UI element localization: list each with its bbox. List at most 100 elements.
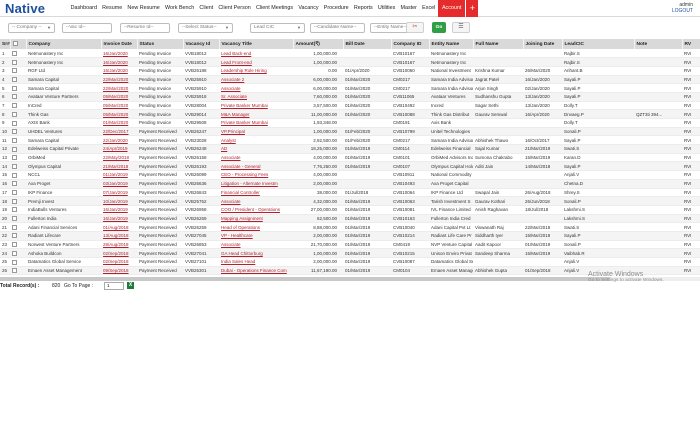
row-checkbox[interactable] — [12, 224, 17, 230]
row-checkbox[interactable] — [12, 172, 17, 178]
candidate-name-input[interactable]: --Candidate Name-- — [310, 23, 365, 33]
nav-item-dashboard[interactable]: Dashboard — [68, 0, 100, 17]
vacancy-id-link[interactable]: Head of Operations — [219, 222, 293, 232]
invoice-date-link[interactable]: 13/Aug/2018 — [101, 231, 137, 241]
vacancy-id-link[interactable]: Sr. Associate — [219, 92, 293, 102]
invoice-date-link[interactable]: 21/Mar/2018 — [101, 161, 137, 172]
row-checkbox[interactable] — [12, 129, 17, 135]
go-button[interactable]: Go — [432, 22, 446, 33]
row-checkbox[interactable] — [12, 198, 17, 204]
nav-item-master[interactable]: Master — [398, 0, 420, 17]
column-header[interactable]: Joining Date — [523, 39, 563, 49]
invoice-date-link[interactable]: 02/Sep/2018 — [101, 248, 137, 258]
table-row[interactable]: 5 Samara Capital 22/Mar/2020 Pending Invoic… — [0, 83, 700, 93]
menu-button[interactable]: ☰ — [452, 22, 470, 33]
vac-id-input[interactable]: --Vac Id-- — [62, 23, 112, 33]
invoice-date-link[interactable]: 22/Dec/2017 — [101, 127, 137, 137]
vacancy-id-link[interactable]: Associate - General — [219, 161, 293, 172]
tool-button[interactable]: ✂ — [406, 22, 424, 33]
vacancy-id-link[interactable]: Associate — [219, 240, 293, 250]
table-row[interactable]: 4 Samara Capital 22/Mar/2020 Pending Invoic… — [0, 75, 700, 85]
vacancy-id-link[interactable]: Litigation - Alternate Investm — [219, 179, 293, 189]
logout-link[interactable]: LOGOUT — [672, 8, 693, 14]
column-header[interactable]: Company ID — [391, 39, 430, 49]
invoice-date-link[interactable]: 15/Jan/2020 — [101, 66, 137, 76]
invoice-date-link[interactable]: 22/Mar/2020 — [101, 83, 137, 93]
row-checkbox[interactable] — [12, 242, 17, 248]
invoice-date-link[interactable]: 22/Jan/2020 — [101, 135, 137, 146]
vacancy-id-link[interactable]: Dubai - Operations Finance Com — [219, 266, 293, 276]
row-checkbox[interactable] — [12, 155, 17, 161]
vacancy-id-link[interactable]: Lead Front-end — [219, 57, 293, 67]
row-checkbox[interactable] — [12, 268, 17, 274]
column-header[interactable]: Note — [634, 39, 683, 49]
vacancy-id-link[interactable]: Associate — [219, 196, 293, 206]
row-checkbox[interactable] — [12, 190, 17, 195]
invoice-date-link[interactable]: 07/Jan/2019 — [101, 188, 137, 198]
company-select[interactable]: -- Company -- ▼ — [8, 23, 55, 33]
invoice-date-link[interactable]: 05/Mar/2020 — [101, 101, 137, 111]
row-checkbox[interactable] — [12, 250, 17, 256]
column-header[interactable]: Full Name — [473, 39, 524, 49]
column-header[interactable]: Status — [137, 39, 184, 49]
table-row[interactable]: 3 RGF Ltd 15/Jan/2020 Pending Invoice VVB261… — [0, 66, 700, 76]
vacancy-id-link[interactable]: GA Head Chittorburg — [219, 248, 293, 258]
nav-item-client-meetings[interactable]: Client Meetings — [253, 0, 295, 17]
invoice-date-link[interactable]: 16/Jan/2020 — [101, 57, 137, 67]
vacancy-id-link[interactable]: VP,Principal — [219, 127, 293, 137]
invoice-date-link[interactable]: 16/Jan/2020 — [101, 49, 137, 59]
vacancy-id-link[interactable]: India Sales Head — [219, 257, 293, 267]
nav-item-client[interactable]: Client — [197, 0, 216, 17]
invoice-date-link[interactable]: 22/May/2018 — [101, 153, 137, 163]
nav-item-vacancy[interactable]: Vacancy — [296, 0, 321, 17]
vacancy-id-link[interactable]: Leadership Role Hiring — [219, 66, 293, 76]
row-checkbox[interactable] — [12, 233, 17, 239]
table-row[interactable]: 16 Axa Proget 03/Jan/2019 Payment Received V… — [0, 179, 700, 189]
table-row[interactable]: 15 NCCL 01/Jan/2019 Payment Received VVB2609… — [0, 170, 700, 180]
vacancy-id-link[interactable]: COO / President - Operations — [219, 205, 293, 215]
vacancy-id-link[interactable]: Associate — [219, 83, 293, 93]
vacancy-id-link[interactable]: Private Banker Mumbai — [219, 101, 293, 111]
app-logo[interactable]: Native — [5, 1, 45, 16]
row-checkbox[interactable] — [12, 163, 17, 169]
invoice-date-link[interactable]: 01/Aug/2018 — [101, 222, 137, 232]
row-checkbox[interactable] — [12, 111, 17, 117]
page-select[interactable]: 1 — [104, 282, 124, 290]
invoice-date-link[interactable]: 09/Sep/2018 — [101, 266, 137, 276]
column-header[interactable]: LeadCIC — [562, 39, 635, 49]
vacancy-id-link[interactable]: Associate — [219, 153, 293, 163]
nav-item-utilities[interactable]: Utilities — [375, 0, 398, 17]
add-button[interactable]: + — [466, 0, 479, 17]
resume-id-input[interactable]: --Resume Id-- — [120, 23, 170, 33]
vacancy-id-link[interactable]: Financial Controller — [219, 188, 293, 198]
invoice-date-link[interactable]: 28/Aug/2018 — [101, 240, 137, 250]
lead-cic-select[interactable]: Lead CIC ▼ — [250, 23, 305, 33]
row-checkbox[interactable] — [12, 137, 17, 143]
excel-export-button[interactable]: X — [127, 282, 134, 289]
table-row[interactable]: 22 Radiant Lifecare 13/Aug/2018 Payment Rec… — [0, 231, 700, 241]
row-checkbox[interactable] — [12, 94, 17, 100]
table-row[interactable]: 19 IndiaBulls Ventures 16/Jan/2019 Payment … — [0, 205, 700, 215]
table-row[interactable]: 11 Samara Capital 22/Jan/2020 Payment Recei… — [0, 135, 700, 146]
status-select[interactable]: --Select Status-- ▼ — [178, 23, 233, 33]
invoice-date-link[interactable]: 16/Jan/2019 — [101, 205, 137, 215]
row-checkbox[interactable] — [12, 259, 17, 265]
table-row[interactable]: 8 Think Gas 05/Mar/2020 Pending Invoice VVB2… — [0, 109, 700, 119]
table-row[interactable]: 12 Edelweiss Capital Private 24/Apr/2019 Pa… — [0, 144, 700, 154]
row-checkbox[interactable] — [12, 103, 17, 109]
row-checkbox[interactable] — [12, 50, 17, 56]
vacancy-id-link[interactable]: Lead Back-end — [219, 49, 293, 59]
vacancy-id-link[interactable]: Mapping Assignment — [219, 214, 293, 224]
vacancy-id-link[interactable]: Analyst — [219, 135, 293, 146]
vacancy-id-link[interactable]: VP - Healthcare — [219, 231, 293, 241]
invoice-date-link[interactable]: 01/Jan/2019 — [101, 170, 137, 180]
table-row[interactable]: 2 Netmonastery Inc 16/Jan/2020 Pending Invo… — [0, 57, 700, 67]
row-checkbox[interactable] — [12, 207, 17, 213]
invoice-date-link[interactable]: 05/Mar/2020 — [101, 109, 137, 119]
table-row[interactable]: 23 Norwest Venture Partners 28/Aug/2018 Pay… — [0, 240, 700, 250]
row-checkbox[interactable] — [12, 59, 17, 65]
nav-item-account[interactable]: Account — [437, 0, 466, 17]
nav-item-reports[interactable]: Reports — [351, 0, 375, 17]
column-header[interactable]: Amount(₹) — [293, 39, 344, 49]
invoice-date-link[interactable]: 10/Jan/2019 — [101, 196, 137, 206]
